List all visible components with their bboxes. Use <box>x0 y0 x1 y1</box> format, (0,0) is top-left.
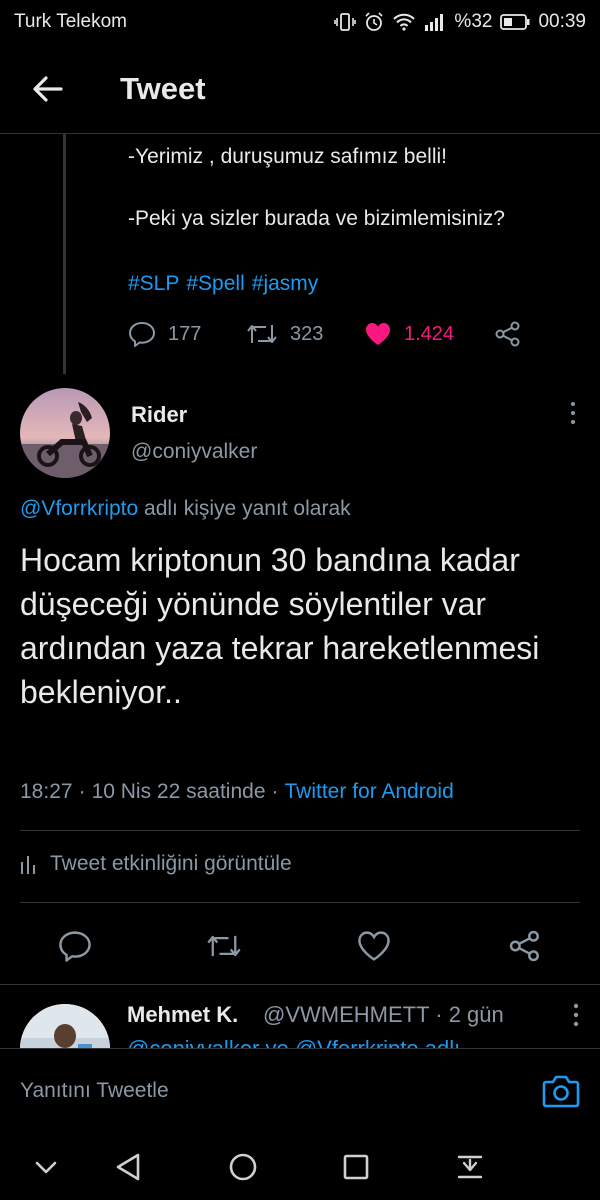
nav-back-button[interactable] <box>110 1150 146 1184</box>
reply-age: · 2 gün <box>435 1002 504 1027</box>
signal-icon <box>424 13 446 31</box>
hashtag-link[interactable]: #jasmy <box>252 272 319 296</box>
reply-text: @coniyvalker ve @Vforrkripto adlı <box>127 1036 460 1048</box>
retweet-icon <box>247 325 277 343</box>
tweet-text: Hocam kriptonun 30 bandına kadar düşeceğ… <box>20 542 540 710</box>
like-count: 1.424 <box>404 322 455 345</box>
reply-icon <box>129 322 155 347</box>
retweet-button[interactable]: 323 <box>246 321 364 347</box>
tweet-actions <box>0 920 600 970</box>
circle-home-icon <box>229 1153 257 1181</box>
thread-line <box>63 134 66 374</box>
retweet-count: 323 <box>290 322 324 345</box>
like-button[interactable]: 1.424 <box>364 321 494 347</box>
retweet-icon <box>207 935 241 957</box>
reply-icon <box>59 931 91 962</box>
share-icon <box>495 321 520 347</box>
tweet-source-link[interactable]: Twitter for Android <box>285 780 454 804</box>
reply-button[interactable] <box>57 928 93 964</box>
tweet-meta: 18:27 · 10 Nis 22 saatinde · Twitter for… <box>20 780 454 804</box>
reply-handle-text: @VWMEHMETT <box>263 1002 430 1027</box>
replying-to-label: adlı kişiye yanıt olarak <box>144 497 351 520</box>
chevron-down-icon <box>35 1161 57 1174</box>
like-button[interactable] <box>356 928 392 964</box>
author-name[interactable]: Rider <box>131 402 187 428</box>
camera-icon <box>542 1075 580 1108</box>
battery-icon <box>500 13 530 31</box>
tweet-date: 10 Nis 22 saatinde <box>91 780 266 803</box>
analytics-icon <box>21 856 35 874</box>
nav-notifications-button[interactable] <box>452 1150 488 1184</box>
parent-tweet-line: -Peki ya sizler burada ve bizimlemisiniz… <box>128 207 505 230</box>
divider <box>0 984 600 985</box>
view-tweet-activity-label: Tweet etkinliğini görüntüle <box>50 852 292 875</box>
parent-tweet-line: -Yerimiz , duruşumuz safımız belli! <box>128 145 447 168</box>
reply-composer: Yanıtını Tweetle <box>0 1048 600 1132</box>
more-options-button[interactable] <box>566 402 580 432</box>
hashtag-list: #SLP #Spell #jasmy <box>128 272 318 296</box>
vibrate-icon <box>334 12 357 32</box>
avatar[interactable] <box>20 388 110 478</box>
reply-tweet[interactable]: Mehmet K. @VWMEHMETT · 2 gün @coniyvalke… <box>20 1000 600 1048</box>
mention-link[interactable]: @Vforrkripto <box>20 497 138 520</box>
replying-to: @Vforrkripto adlı kişiye yanıt olarak <box>20 497 351 521</box>
clock: 00:39 <box>538 11 586 32</box>
tweet-time: 18:27 <box>20 780 73 803</box>
camera-button[interactable] <box>542 1073 580 1109</box>
share-button[interactable] <box>494 320 522 348</box>
page-title: Tweet <box>120 70 206 106</box>
more-options-button[interactable] <box>572 1002 580 1034</box>
reply-author-name[interactable]: Mehmet K. <box>127 1002 238 1028</box>
battery-percent: %32 <box>454 11 493 32</box>
avatar[interactable] <box>20 1004 110 1048</box>
top-bar: Tweet <box>0 44 600 134</box>
heart-filled-icon <box>366 323 390 345</box>
hashtag-link[interactable]: #Spell <box>186 272 244 296</box>
more-vertical-icon <box>573 1003 579 1027</box>
reply-count: 177 <box>168 322 202 345</box>
status-icons: %32 00:39 <box>334 11 586 33</box>
pull-down-icon <box>457 1155 483 1179</box>
alarm-icon <box>364 12 384 32</box>
reply-button[interactable]: 177 <box>128 321 246 347</box>
share-button[interactable] <box>507 928 543 964</box>
author-handle[interactable]: @coniyvalker <box>131 440 257 464</box>
hashtag-link[interactable]: #SLP <box>128 272 179 296</box>
arrow-left-icon <box>33 75 63 102</box>
triangle-back-icon <box>116 1153 140 1181</box>
system-nav-bar <box>0 1132 600 1200</box>
heart-icon <box>358 931 390 961</box>
parent-tweet-actions: 177 323 1.424 <box>128 320 522 348</box>
back-button[interactable] <box>18 59 78 119</box>
nav-hide-button[interactable] <box>28 1150 64 1184</box>
nav-recents-button[interactable] <box>338 1150 374 1184</box>
reply-author-handle: @VWMEHMETT · 2 gün <box>263 1002 504 1028</box>
retweet-button[interactable] <box>206 928 242 964</box>
status-bar: Turk Telekom %32 00:39 <box>0 0 600 44</box>
nav-home-button[interactable] <box>225 1150 261 1184</box>
reply-input[interactable]: Yanıtını Tweetle <box>20 1079 169 1103</box>
share-icon <box>509 930 539 962</box>
divider <box>20 830 580 831</box>
carrier-label: Turk Telekom <box>14 11 127 32</box>
square-recents-icon <box>343 1154 369 1180</box>
wifi-icon <box>392 12 416 32</box>
divider <box>20 902 580 903</box>
view-tweet-activity[interactable]: Tweet etkinliğini görüntüle <box>20 852 292 876</box>
